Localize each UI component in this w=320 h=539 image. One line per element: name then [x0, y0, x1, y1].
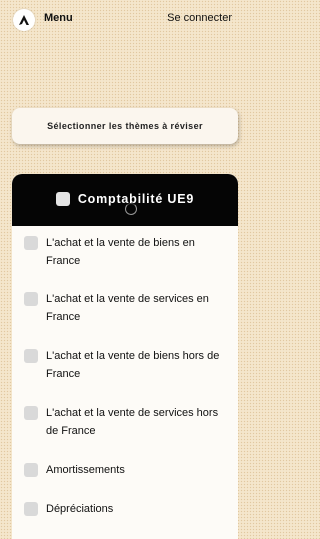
theme-label: L'achat et la vente de biens en France: [46, 237, 195, 267]
theme-item[interactable]: L'achat et la vente de services en Franc…: [24, 290, 224, 326]
select-all-checkbox[interactable]: [55, 192, 70, 206]
theme-item[interactable]: Dépréciations: [24, 500, 224, 518]
theme-item[interactable]: L'achat et la vente de services hors de …: [24, 404, 224, 440]
logo-icon: [19, 15, 29, 25]
theme-checkbox[interactable]: [24, 463, 38, 477]
top-bar: Menu Se connecter: [0, 0, 250, 38]
select-themes-button[interactable]: Sélectionner les thèmes à réviser: [12, 108, 238, 144]
theme-checkbox[interactable]: [24, 349, 38, 363]
theme-label: L'achat et la vente de biens hors de Fra…: [46, 350, 220, 380]
theme-label: L'achat et la vente de services en Franc…: [46, 293, 209, 323]
panel-header[interactable]: Comptabilité UE9: [12, 174, 238, 226]
theme-item[interactable]: L'achat et la vente de biens en France: [24, 234, 224, 270]
loading-spinner-icon: [125, 203, 137, 215]
theme-checkbox[interactable]: [24, 292, 38, 306]
theme-checkbox[interactable]: [24, 406, 38, 420]
theme-checkbox[interactable]: [24, 236, 38, 250]
login-link[interactable]: Se connecter: [167, 12, 232, 24]
theme-label: Dépréciations: [46, 503, 114, 515]
theme-item[interactable]: L'achat et la vente de biens hors de Fra…: [24, 347, 224, 383]
theme-label: L'achat et la vente de services hors de …: [46, 407, 219, 437]
theme-checkbox[interactable]: [24, 502, 38, 516]
panel-title: Comptabilité UE9: [77, 192, 195, 206]
menu-button[interactable]: Menu: [44, 12, 73, 24]
theme-item[interactable]: Amortissements: [24, 461, 224, 479]
theme-label: Amortissements: [46, 464, 125, 476]
themes-panel: Comptabilité UE9 L'achat et la vente de …: [12, 174, 238, 539]
app-logo[interactable]: [13, 9, 35, 31]
